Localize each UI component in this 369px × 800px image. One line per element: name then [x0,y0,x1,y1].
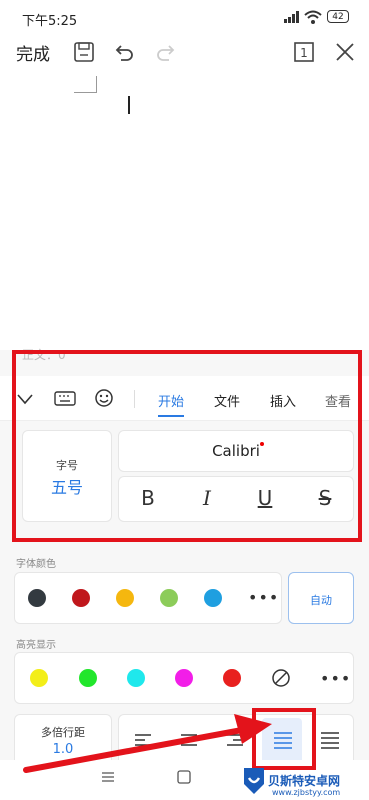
highlight-swatch[interactable] [30,669,48,687]
color-swatch[interactable] [72,589,90,607]
watermark-title: 贝斯特安卓网 [268,774,341,788]
close-icon[interactable] [333,40,357,64]
signal-icon [284,11,299,23]
save-icon[interactable] [72,40,96,64]
more-highlight-button[interactable]: ••• [320,669,351,688]
done-button[interactable]: 完成 [16,40,50,65]
svg-text:1: 1 [300,46,308,60]
highlight-swatch[interactable] [127,669,145,687]
highlight-swatch[interactable] [79,669,97,687]
more-colors-button[interactable]: ••• [248,588,279,607]
color-swatch[interactable] [116,589,134,607]
highlight-box-annotation [12,350,362,542]
redo-icon[interactable] [154,40,178,64]
status-bar: 下午5:25 42 [0,0,369,34]
document-area[interactable] [0,74,369,349]
watermark-url: www.zjbstyy.com [272,788,341,797]
highlight-label: 高亮显示 [16,640,56,651]
color-swatch[interactable] [160,589,178,607]
color-swatch[interactable] [204,589,222,607]
font-color-label: 字体颜色 [16,559,56,570]
highlight-swatch[interactable] [223,669,241,687]
undo-icon[interactable] [112,40,136,64]
battery-icon: 42 [327,10,349,23]
status-time: 下午5:25 [22,14,78,29]
wifi-icon [304,10,322,24]
font-color-palette [14,572,282,624]
page-margin-marker [74,76,97,93]
color-swatch[interactable] [28,589,46,607]
watermark-logo-icon [244,768,264,794]
page-count-icon[interactable]: 1 [292,40,316,64]
highlight-swatch[interactable] [175,669,193,687]
no-highlight-icon[interactable] [271,668,291,688]
align-distributed-icon[interactable] [320,731,340,749]
auto-color-label: 自动 [310,594,332,607]
text-cursor [128,96,130,114]
arrow-annotation [23,714,272,773]
